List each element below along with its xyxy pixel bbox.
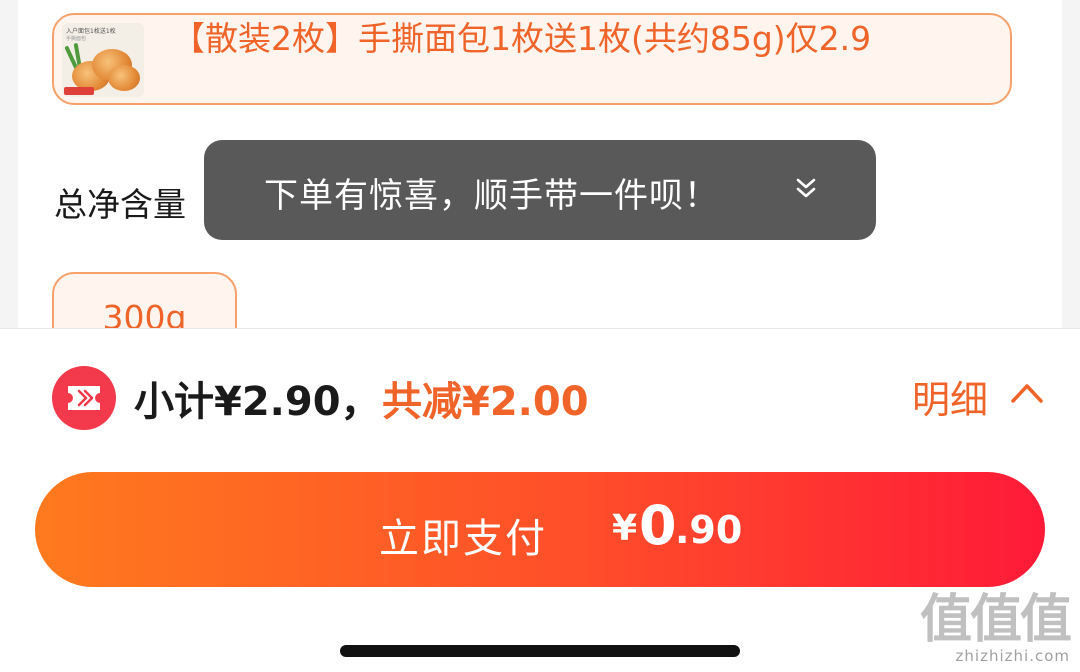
coupon-ticket-icon: [52, 366, 116, 430]
thumbnail-tag: [64, 87, 94, 95]
pay-currency-symbol: ¥: [612, 508, 638, 549]
pay-button-label: 立即支付: [379, 516, 547, 562]
watermark-logo: 值值值: [919, 590, 1072, 650]
thumbnail-caption: 入户面包1枚送1枚: [66, 28, 116, 35]
pay-amount-decimal: .90: [675, 508, 743, 552]
checkout-bottom-sheet: 小计¥2.90， 共减¥2.00 明细 立即支付 ¥ 0 .90 值值值 zhi…: [0, 328, 1080, 672]
home-indicator[interactable]: [340, 645, 740, 657]
toast-message: 下单有惊喜，顺手带一件呗！: [264, 176, 719, 216]
chevron-up-icon[interactable]: [1008, 377, 1046, 407]
product-thumbnail: 入户面包1枚送1枚 手撕面包: [62, 23, 144, 97]
discount-text: 共减¥2.00: [382, 379, 589, 425]
product-option-card[interactable]: 入户面包1枚送1枚 手撕面包 【散装2枚】手撕面包1枚送1枚(共约85g)仅2.…: [52, 13, 1012, 105]
double-chevron-down-icon: [796, 178, 816, 198]
thumbnail-subcaption: 手撕面包: [66, 36, 87, 42]
bread-roll: [108, 65, 140, 91]
pay-now-button[interactable]: 立即支付 ¥ 0 .90: [35, 472, 1045, 587]
promo-toast[interactable]: 下单有惊喜，顺手带一件呗！: [204, 140, 876, 240]
right-edge: [1062, 0, 1080, 330]
sku-selector-panel: 入户面包1枚送1枚 手撕面包 【散装2枚】手撕面包1枚送1枚(共约85g)仅2.…: [0, 0, 1080, 352]
site-watermark: 值值值 zhizhizhi.com: [919, 590, 1072, 665]
checkout-screen: 入户面包1枚送1枚 手撕面包 【散装2枚】手撕面包1枚送1枚(共约85g)仅2.…: [0, 0, 1080, 672]
subtotal-text: 小计¥2.90，: [134, 379, 381, 425]
pay-amount-integer: 0: [639, 494, 677, 557]
left-edge: [0, 0, 18, 330]
detail-toggle-label[interactable]: 明细: [912, 369, 988, 424]
net-content-label: 总净含量: [54, 185, 186, 224]
product-option-title: 【散装2枚】手撕面包1枚送1枚(共约85g)仅2.9: [172, 19, 872, 58]
